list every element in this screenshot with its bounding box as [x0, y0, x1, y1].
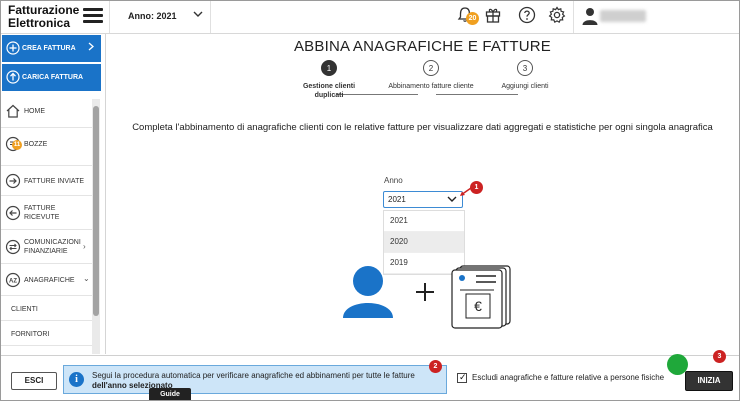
sidebar-scroll-thumb[interactable]: [93, 106, 99, 316]
svg-text:€: €: [474, 298, 482, 314]
bell-icon[interactable]: 20: [455, 5, 479, 27]
stepper: 1 2 3 Gestione clienti duplicati Abbinam…: [106, 60, 739, 130]
guide-tab[interactable]: Guide: [149, 388, 191, 400]
step-1-label: Gestione clienti duplicati: [284, 82, 374, 100]
exclude-persons-checkbox[interactable]: ✓: [457, 372, 467, 383]
main-content: ABBINA ANAGRAFICHE E FATTURE 1 2 3 Gesti…: [106, 34, 739, 354]
checkmark-icon: ✓: [459, 372, 467, 382]
app-window: Fatturazione Elettronica Anno: 2021 20 C…: [0, 0, 740, 401]
year-select[interactable]: 2021: [383, 191, 463, 208]
bozze-count-badge: 11: [12, 140, 22, 150]
crea-fattura-button[interactable]: CREA FATTURA: [2, 35, 101, 62]
carica-fattura-label: CARICA FATTURA: [22, 74, 84, 81]
chevron-down-icon: ⌄: [83, 274, 90, 283]
illustration: €: [338, 256, 518, 356]
step-1-label-line1: Gestione clienti: [302, 83, 356, 90]
label-line1: FATTURE: [24, 205, 56, 212]
year-field-label: Anno: [384, 176, 403, 185]
instructions-text: Completa l'abbinamento di anagrafiche cl…: [132, 122, 713, 133]
user-menu[interactable]: [573, 1, 739, 33]
label-line2: FINANZIARIE: [24, 248, 68, 255]
sidebar-item-label: CLIENTI: [11, 306, 38, 313]
az-contacts-icon: AZ: [5, 272, 21, 288]
step-2-label: Abbinamento fatture cliente: [388, 83, 474, 90]
year-option[interactable]: 2021: [384, 211, 464, 232]
callout-marker-3: 3: [713, 350, 726, 363]
sidebar-item-fornitori[interactable]: FORNITORI: [1, 321, 92, 346]
sidebar-item-label: FORNITORI: [11, 331, 50, 338]
top-bar: Fatturazione Elettronica Anno: 2021 20: [1, 1, 739, 34]
plus-circle-icon: [6, 41, 20, 55]
step-1-circle: 1: [321, 60, 337, 76]
user-name-redacted: [600, 10, 646, 22]
callout-marker-2: 2: [429, 360, 442, 373]
sidebar-item-home[interactable]: HOME: [1, 94, 92, 128]
sidebar: CREA FATTURA CARICA FATTURA HOME 11 BOZZ…: [1, 34, 106, 354]
year-selector[interactable]: Anno: 2021: [109, 1, 211, 33]
menu-icon[interactable]: [83, 8, 103, 24]
sidebar-item-label: HOME: [24, 108, 45, 115]
sidebar-item-label: COMUNICAZIONI FINANZIARIE: [24, 238, 81, 256]
callout-arrow: [460, 187, 472, 196]
page-title: ABBINA ANAGRAFICHE E FATTURE: [293, 38, 552, 55]
step-3-circle: 3: [517, 60, 533, 76]
gear-icon[interactable]: [547, 5, 569, 27]
user-avatar-icon: [582, 6, 598, 31]
sidebar-item-bozze[interactable]: 11 BOZZE: [1, 128, 92, 166]
home-icon: [5, 103, 21, 119]
crea-fattura-label: CREA FATTURA: [22, 45, 76, 52]
sidebar-item-clienti[interactable]: CLIENTI: [1, 296, 92, 321]
chevron-down-icon: [447, 193, 457, 208]
app-logo[interactable]: Fatturazione Elettronica: [8, 4, 79, 30]
info-text-line1: Segui la procedura automatica per verifi…: [92, 371, 415, 380]
info-banner: i Segui la procedura automatica per veri…: [63, 365, 447, 394]
exclude-persons-label: Escludi anagrafiche e fatture relative a…: [472, 373, 665, 382]
sidebar-item-comunicazioni-finanziarie[interactable]: COMUNICAZIONI FINANZIARIE ›: [1, 230, 92, 264]
arrow-left-circle-icon: [5, 205, 21, 221]
bottom-bar: ESCI i Segui la procedura automatica per…: [1, 350, 739, 400]
help-icon[interactable]: [517, 5, 539, 27]
chevron-down-icon: [193, 9, 203, 22]
notification-badge: 20: [466, 12, 479, 25]
exchange-icon: [5, 239, 21, 255]
stepper-connector: [436, 94, 518, 95]
step-1-label-line2: duplicati: [314, 92, 344, 99]
info-icon: i: [69, 372, 84, 387]
brand-line2: Elettronica: [8, 16, 71, 30]
carica-fattura-button[interactable]: CARICA FATTURA: [2, 64, 101, 91]
label-line1: COMUNICAZIONI: [24, 239, 81, 246]
sidebar-item-label: FATTURE INVIATE: [24, 178, 85, 185]
year-select-value: 2021: [388, 195, 406, 204]
esci-button[interactable]: ESCI: [11, 372, 57, 390]
sidebar-item-label: BOZZE: [24, 141, 48, 148]
label-line2: RICEVUTE: [24, 214, 60, 221]
gift-icon[interactable]: [483, 5, 505, 27]
step-2-circle: 2: [423, 60, 439, 76]
sidebar-item-label: ANAGRAFICHE: [24, 277, 75, 284]
arrow-right-circle-icon: [5, 173, 21, 189]
chevron-right-icon: ›: [83, 242, 86, 251]
svg-text:AZ: AZ: [9, 279, 17, 285]
year-selector-label: Anno: 2021: [128, 11, 177, 21]
inizia-button[interactable]: INIZIA: [685, 371, 733, 391]
sidebar-item-label: FATTURE RICEVUTE: [24, 204, 59, 222]
person-plus-invoice-illustration: €: [343, 265, 511, 329]
sidebar-item-fatture-inviate[interactable]: FATTURE INVIATE: [1, 166, 92, 196]
step-3-label: Aggiungi clienti: [501, 83, 549, 90]
year-option[interactable]: 2020: [384, 232, 464, 253]
upload-icon: [6, 70, 20, 84]
sidebar-item-anagrafiche[interactable]: AZ ANAGRAFICHE ⌄: [1, 264, 92, 296]
sidebar-item-fatture-ricevute[interactable]: FATTURE RICEVUTE: [1, 196, 92, 230]
chevron-right-icon: [88, 42, 94, 53]
